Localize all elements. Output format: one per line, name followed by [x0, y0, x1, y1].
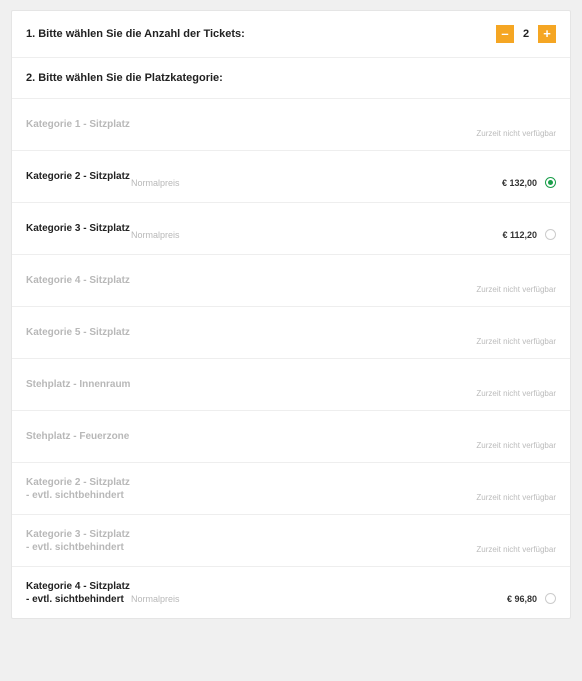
decrement-button[interactable]: – [496, 25, 514, 43]
category-row: Kategorie 1 - SitzplatzZurzeit nicht ver… [12, 98, 570, 150]
category-row: Kategorie 3 - Sitzplatz - evtl. sichtbeh… [12, 514, 570, 566]
unavailable-label: Zurzeit nicht verfügbar [131, 389, 556, 400]
category-row: Stehplatz - InnenraumZurzeit nicht verfü… [12, 358, 570, 410]
category-name: Kategorie 3 - Sitzplatz - evtl. sichtbeh… [26, 528, 131, 554]
category-row[interactable]: Kategorie 3 - SitzplatzNormalpreis€ 112,… [12, 202, 570, 254]
price-value: € 112,20 [502, 218, 537, 240]
step1-header: 1. Bitte wählen Sie die Anzahl der Ticke… [12, 11, 570, 57]
price-type-label: Normalpreis [131, 166, 502, 188]
unavailable-label: Zurzeit nicht verfügbar [131, 129, 556, 140]
price-value: € 96,80 [507, 582, 537, 604]
unavailable-label: Zurzeit nicht verfügbar [131, 441, 556, 452]
category-row: Stehplatz - FeuerzoneZurzeit nicht verfü… [12, 410, 570, 462]
category-row[interactable]: Kategorie 2 - SitzplatzNormalpreis€ 132,… [12, 150, 570, 202]
price-value: € 132,00 [502, 166, 537, 188]
quantity-value: 2 [514, 28, 538, 40]
step1-label: 1. Bitte wählen Sie die Anzahl der Ticke… [26, 28, 245, 40]
category-row: Kategorie 4 - SitzplatzZurzeit nicht ver… [12, 254, 570, 306]
price-type-label: Normalpreis [131, 582, 507, 604]
price-type-label: Normalpreis [131, 218, 502, 240]
step2-header: 2. Bitte wählen Sie die Platzkategorie: [12, 57, 570, 98]
radio-button[interactable] [545, 593, 556, 604]
category-name: Kategorie 3 - Sitzplatz [26, 222, 131, 235]
category-row: Kategorie 2 - Sitzplatz - evtl. sichtbeh… [12, 462, 570, 514]
category-name: Kategorie 4 - Sitzplatz [26, 274, 131, 287]
unavailable-label: Zurzeit nicht verfügbar [131, 493, 556, 504]
quantity-stepper: – 2 + [496, 25, 556, 43]
category-name: Stehplatz - Innenraum [26, 378, 131, 391]
radio-button[interactable] [545, 177, 556, 188]
step2-label: 2. Bitte wählen Sie die Platzkategorie: [26, 72, 223, 84]
category-name: Kategorie 5 - Sitzplatz [26, 326, 131, 339]
category-name: Kategorie 1 - Sitzplatz [26, 118, 131, 131]
category-name: Kategorie 2 - Sitzplatz - evtl. sichtbeh… [26, 476, 131, 502]
category-name: Kategorie 4 - Sitzplatz - evtl. sichtbeh… [26, 580, 131, 606]
category-name: Stehplatz - Feuerzone [26, 430, 131, 443]
category-name: Kategorie 2 - Sitzplatz [26, 170, 131, 183]
ticket-selector: 1. Bitte wählen Sie die Anzahl der Ticke… [11, 10, 571, 619]
unavailable-label: Zurzeit nicht verfügbar [131, 337, 556, 348]
radio-button[interactable] [545, 229, 556, 240]
unavailable-label: Zurzeit nicht verfügbar [131, 545, 556, 556]
increment-button[interactable]: + [538, 25, 556, 43]
unavailable-label: Zurzeit nicht verfügbar [131, 285, 556, 296]
category-row[interactable]: Kategorie 4 - Sitzplatz - evtl. sichtbeh… [12, 566, 570, 618]
category-row: Kategorie 5 - SitzplatzZurzeit nicht ver… [12, 306, 570, 358]
